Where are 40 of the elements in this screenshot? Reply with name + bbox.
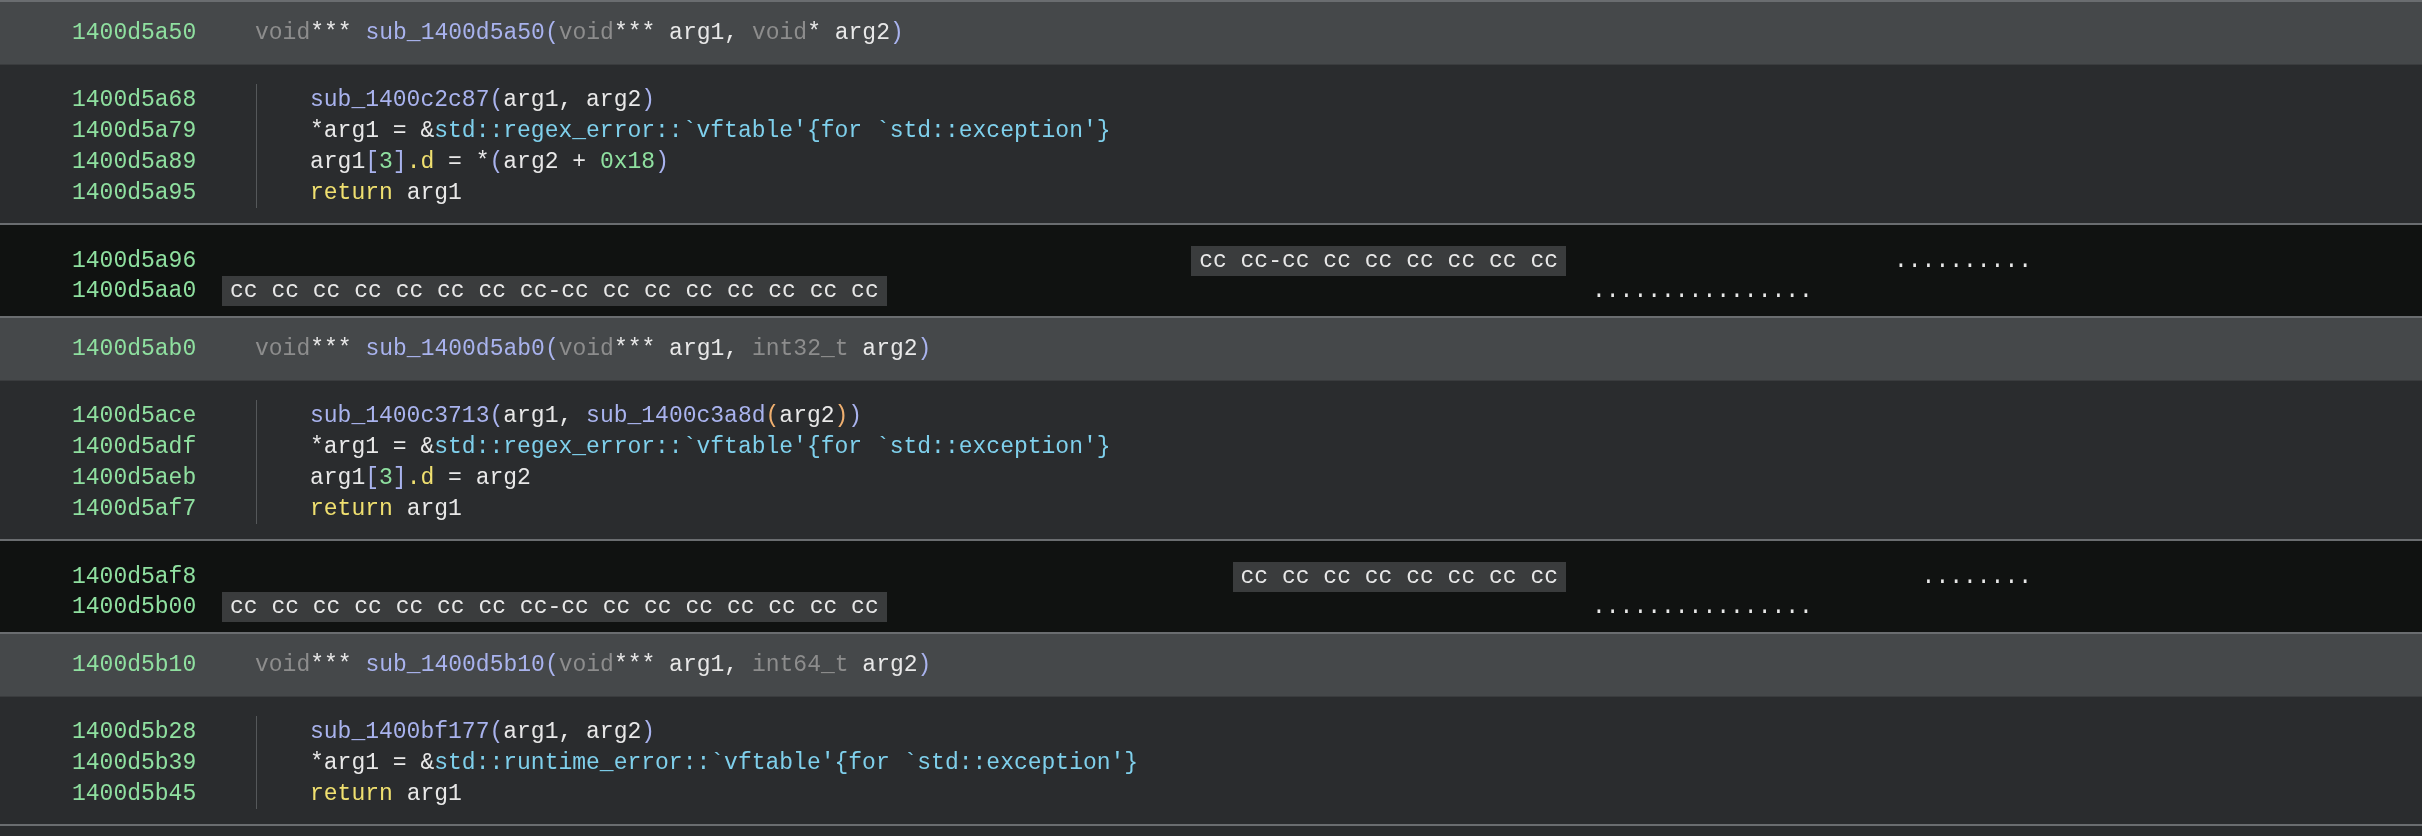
address-label: 1400d5b28 bbox=[71, 718, 198, 745]
code-line: return arg1 bbox=[310, 495, 462, 522]
code-line: arg1[3].d = arg2 bbox=[310, 464, 531, 491]
hex-bytes: cc cc cc cc cc cc cc cc-cc cc cc cc cc cc cc cc bbox=[222, 592, 887, 622]
code-line: sub_1400c3713(arg1, sub_1400c3a8d(arg2)) bbox=[310, 402, 863, 429]
code-line: *arg1 = &std::regex_error::`vftable'{for `std::exception'} bbox=[310, 433, 1111, 460]
address-label: 1400d5a68 bbox=[71, 86, 198, 113]
address-label: 1400d5a95 bbox=[71, 179, 198, 206]
address-label: 1400d5a79 bbox=[71, 117, 198, 144]
address-label: 1400d5b45 bbox=[71, 780, 198, 807]
address-label: 1400d5af8 bbox=[71, 564, 198, 590]
hex-bytes: cc cc cc cc cc cc cc cc-cc cc cc cc cc cc cc cc bbox=[222, 276, 887, 306]
function-signature: void*** sub_1400d5a50(void*** arg1, void* arg2) bbox=[254, 20, 904, 46]
address-label: 1400d5a50 bbox=[71, 20, 198, 46]
address-label: 1400d5ab0 bbox=[71, 336, 198, 362]
code-line: return arg1 bbox=[310, 780, 462, 807]
code-line: arg1[3].d = *(arg2 + 0x18) bbox=[310, 148, 669, 175]
address-label: 1400d5aeb bbox=[71, 464, 198, 491]
ascii-text: ................ bbox=[1592, 594, 1813, 620]
function-signature: void*** sub_1400d5ab0(void*** arg1, int32_t arg2) bbox=[254, 336, 932, 362]
address-label: 1400d5b00 bbox=[71, 594, 198, 620]
address-label: 1400d5b10 bbox=[71, 652, 198, 678]
function-signature: void*** sub_1400d5b10(void*** arg1, int64_t arg2) bbox=[254, 652, 932, 678]
ascii-text: ................ bbox=[1592, 278, 1813, 304]
address-label: 1400d5ace bbox=[71, 402, 198, 429]
address-label: 1400d5b39 bbox=[71, 749, 198, 776]
code-line: sub_1400c2c87(arg1, arg2) bbox=[310, 86, 656, 113]
address-label: 1400d5aa0 bbox=[71, 278, 198, 304]
code-line: sub_1400bf177(arg1, arg2) bbox=[310, 718, 656, 745]
code-line: return arg1 bbox=[310, 179, 462, 206]
hex-bytes: cc cc-cc cc cc cc cc cc cc bbox=[1191, 246, 1566, 276]
ascii-text: ........ bbox=[1921, 564, 2032, 590]
address-label: 1400d5a96 bbox=[71, 248, 198, 274]
address-label: 1400d5a89 bbox=[71, 148, 198, 175]
hex-bytes: cc cc cc cc cc cc cc cc bbox=[1232, 562, 1566, 592]
ascii-text: .......... bbox=[1893, 248, 2032, 274]
address-label: 1400d5af7 bbox=[71, 495, 198, 522]
code-line: *arg1 = &std::runtime_error::`vftable'{for `std::exception'} bbox=[310, 749, 1139, 776]
code-line: *arg1 = &std::regex_error::`vftable'{for `std::exception'} bbox=[310, 117, 1111, 144]
address-label: 1400d5adf bbox=[71, 433, 198, 460]
